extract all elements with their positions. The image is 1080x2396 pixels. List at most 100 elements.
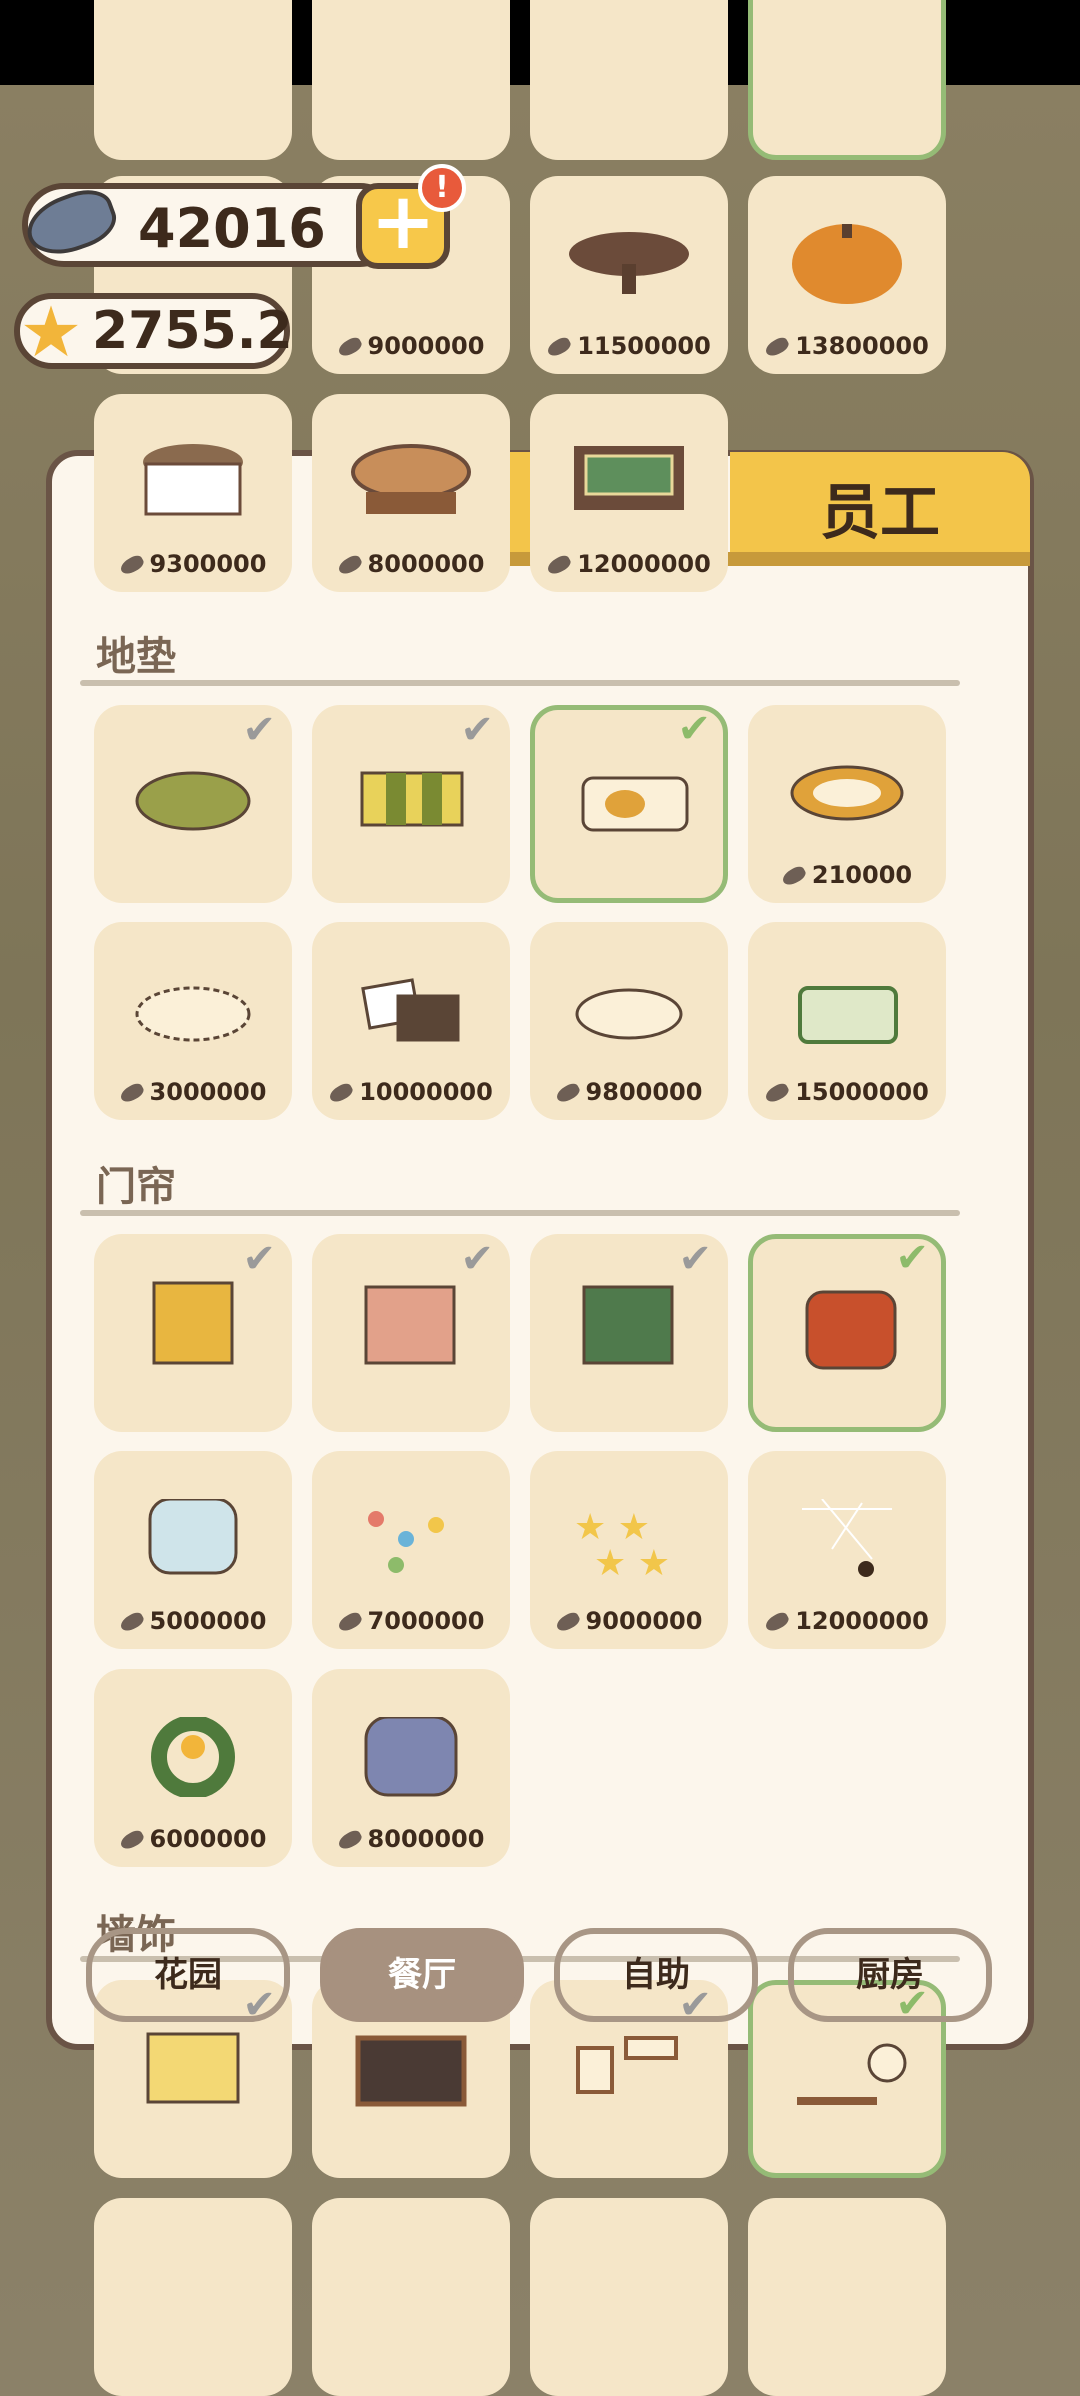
wall-card-6[interactable]: [312, 2198, 510, 2396]
price-label: 7000000: [312, 1607, 510, 1635]
curtain-card-1[interactable]: ✔: [94, 1234, 292, 1432]
fish-icon: [763, 1609, 792, 1635]
fur-mat-icon: [575, 988, 683, 1040]
mat-card-3[interactable]: ✔: [530, 705, 728, 903]
beads-curtain-icon: [368, 1511, 444, 1573]
nav-garden[interactable]: 花园: [86, 1928, 290, 2022]
nav-restaurant[interactable]: 餐厅: [320, 1928, 524, 2022]
curtain-card-2[interactable]: ✔: [312, 1234, 510, 1432]
fish-icon: [19, 181, 123, 265]
fish-icon: [117, 1827, 146, 1853]
wall-card-8[interactable]: [748, 2198, 946, 2396]
svg-text:★ ★: ★ ★: [574, 1507, 650, 1548]
price-label: 8000000: [312, 1825, 510, 1853]
price-label: 10000000: [312, 1078, 510, 1106]
price-label: 210000: [748, 861, 946, 889]
cake-table-icon: [143, 444, 243, 516]
curtain-card-4[interactable]: ✔: [748, 1234, 946, 1432]
cat-shelf-icon: [797, 2043, 907, 2105]
wall-card-5[interactable]: [94, 2198, 292, 2396]
curtain-card-6[interactable]: 7000000: [312, 1451, 510, 1649]
section-divider: [80, 680, 960, 686]
item-card-top-1[interactable]: [94, 0, 292, 160]
fish-icon: [545, 334, 574, 360]
nav-self-service[interactable]: 自助: [554, 1928, 758, 2022]
mat-card-5[interactable]: 3000000: [94, 922, 292, 1120]
item-card-top-3[interactable]: [530, 0, 728, 160]
fish-icon: [553, 1609, 582, 1635]
chalkboard-icon: [355, 2035, 467, 2107]
price-label: 5000000: [94, 1607, 292, 1635]
tab-staff[interactable]: 员工: [730, 452, 1030, 562]
fish-icon: [553, 1080, 582, 1106]
star-count: 2755.2: [92, 301, 293, 361]
pumpkin-icon: [792, 224, 902, 304]
mat-card-1[interactable]: ✔: [94, 705, 292, 903]
round-table-icon: [569, 232, 689, 294]
fish-icon: [327, 1080, 356, 1106]
item-card-top-4[interactable]: [748, 0, 946, 160]
mat-card-4[interactable]: 210000: [748, 705, 946, 903]
price-label: 9000000: [530, 1607, 728, 1635]
fish-icon: [763, 334, 792, 360]
fish-icon: [335, 334, 364, 360]
nav-kitchen[interactable]: 厨房: [788, 1928, 992, 2022]
mat-card-7[interactable]: 9800000: [530, 922, 728, 1120]
fish-icon: [763, 1080, 792, 1106]
star-icon: ★: [19, 291, 83, 373]
item-card-row3-2[interactable]: 8000000: [312, 394, 510, 592]
curtain-card-7[interactable]: ★ ★ ★ ★ 9000000: [530, 1451, 728, 1649]
fish-icon: [117, 1609, 146, 1635]
mat-card-8[interactable]: 15000000: [748, 922, 946, 1120]
section-title-curtains: 门帘: [96, 1164, 176, 1210]
curtain-card-10[interactable]: 8000000: [312, 1669, 510, 1867]
fish-icon: [117, 1080, 146, 1106]
wood-table-icon: [351, 444, 471, 514]
fish-icon: [335, 1609, 364, 1635]
price-label: 3000000: [94, 1078, 292, 1106]
fish-icon: [545, 552, 574, 578]
section-divider: [80, 1210, 960, 1216]
item-card-row3-3[interactable]: 12000000: [530, 394, 728, 592]
fish-icon: [335, 1827, 364, 1853]
curtain-card-8[interactable]: 12000000: [748, 1451, 946, 1649]
curtain-card-3[interactable]: ✔: [530, 1234, 728, 1432]
star-currency-bar: ★ 2755.2: [14, 291, 293, 373]
green-mat-icon: [798, 986, 898, 1044]
price-label: 12000000: [530, 550, 728, 578]
price-label: 9800000: [530, 1078, 728, 1106]
fish-currency-bar: 42016: [19, 181, 402, 267]
selected-check-icon: ✔: [677, 706, 711, 752]
bamboo-curtain-icon: [152, 1281, 234, 1365]
price-label: 9000000: [312, 332, 510, 360]
card-mat-icon: [361, 978, 460, 1042]
oval-mat-icon: [790, 765, 904, 821]
mat-card-6[interactable]: 10000000: [312, 922, 510, 1120]
section-title-mats: 地垫: [96, 634, 176, 680]
fish-icon: [335, 552, 364, 578]
zigzag-curtain-icon: [582, 1285, 674, 1365]
stars-curtain-icon: ★ ★★ ★: [574, 1507, 670, 1579]
fish-count: 42016: [138, 197, 326, 260]
striped-curtain-icon: [148, 1499, 238, 1575]
curtain-card-9[interactable]: 6000000: [94, 1669, 292, 1867]
price-label: 8000000: [312, 550, 510, 578]
owned-check-icon: ✔: [242, 707, 276, 753]
item-card-row2-4[interactable]: 13800000: [748, 176, 946, 374]
wall-card-7[interactable]: [530, 2198, 728, 2396]
mat-card-2[interactable]: ✔: [312, 705, 510, 903]
denim-curtain-icon: [364, 1717, 458, 1797]
frames-wall-icon: [576, 2036, 678, 2094]
item-card-row2-3[interactable]: 11500000: [530, 176, 728, 374]
orange-curtain-icon: [805, 1290, 897, 1370]
item-card-top-2[interactable]: [312, 0, 510, 160]
cat-mat-icon: [581, 776, 689, 832]
price-label: 11500000: [530, 332, 728, 360]
map-wall-icon: [146, 2032, 240, 2104]
svg-text:★ ★: ★ ★: [594, 1543, 670, 1579]
owned-check-icon: ✔: [460, 707, 494, 753]
curtain-card-5[interactable]: 5000000: [94, 1451, 292, 1649]
price-label: 9300000: [94, 550, 292, 578]
item-card-row3-1[interactable]: 9300000: [94, 394, 292, 592]
alert-badge: !: [418, 164, 466, 212]
